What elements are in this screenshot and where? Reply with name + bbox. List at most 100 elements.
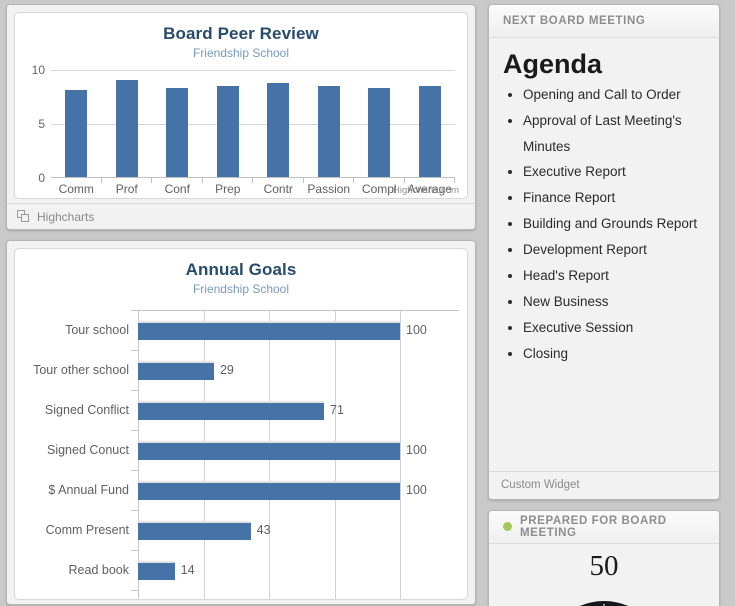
bar-track: 100: [138, 470, 459, 510]
chart-title: Board Peer Review: [163, 24, 319, 43]
y-axis-tick: [131, 590, 138, 591]
agenda-list: Opening and Call to OrderApproval of Las…: [501, 82, 707, 367]
widget-panel-board-peer-review: Board Peer Review Friendship School 0 5 10…: [6, 4, 476, 230]
chart-subtitle: Friendship School: [192, 282, 290, 296]
bar-row[interactable]: Comm Present 43: [23, 510, 459, 550]
agenda-list-item[interactable]: Executive Report: [523, 159, 707, 185]
agenda-list-item[interactable]: Executive Session: [523, 315, 707, 341]
bar-row[interactable]: Signed Conuct 100: [23, 430, 459, 470]
agenda-list-item[interactable]: Finance Report: [523, 185, 707, 211]
agenda-list-item[interactable]: New Business: [523, 289, 707, 315]
x-axis-tick-label: Contr: [263, 182, 293, 196]
agenda-list-item[interactable]: Building and Grounds Report: [523, 211, 707, 237]
bar-row[interactable]: Signed Conflict 71: [23, 390, 459, 430]
bar-row[interactable]: Tour other school 29: [23, 350, 459, 390]
bar-value-label: 100: [406, 323, 427, 337]
bar[interactable]: [138, 401, 325, 420]
x-axis-tick-label: Conf: [164, 182, 190, 196]
bar-value-label: 43: [256, 523, 271, 537]
x-axis-tick-label: Prep: [215, 182, 241, 196]
bar-column[interactable]: [304, 70, 355, 177]
agenda-spacer: [501, 367, 707, 459]
horizontal-bar-plot: Tour school 100 Tour other school 29 Signed …: [23, 310, 459, 599]
gauge-panel-header: PREPARED FOR BOARD MEETING: [489, 510, 719, 544]
bar[interactable]: [138, 521, 251, 540]
agenda-panel-body: Agenda Opening and Call to OrderApproval…: [489, 38, 719, 471]
bar-row[interactable]: Ed Conference29: [23, 590, 459, 599]
widget-panel-annual-goals: Annual Goals Friendship School Tour scho…: [6, 240, 476, 605]
x-axis-tick-label: Prof: [115, 182, 138, 196]
chart-annual-goals[interactable]: Annual Goals Friendship School Tour scho…: [14, 248, 468, 600]
y-axis-tick: [131, 470, 138, 471]
right-column: NEXT BOARD MEETING Agenda Opening and Ca…: [488, 4, 720, 606]
bar-track: 100: [138, 310, 459, 350]
chart-title: Annual Goals: [185, 260, 297, 279]
x-axis-tick-label: Comm: [58, 182, 94, 196]
bar-column[interactable]: [405, 70, 456, 177]
gauge-body[interactable]: 50: [489, 543, 719, 606]
bar[interactable]: [418, 86, 441, 177]
bar[interactable]: [138, 361, 214, 380]
bar-column[interactable]: [354, 70, 405, 177]
y-axis-labels: 0 5 10: [23, 63, 49, 185]
bar[interactable]: [138, 321, 400, 340]
bar-series: Tour school 100 Tour other school 29 Signed …: [23, 310, 459, 599]
bar-column[interactable]: [51, 70, 102, 177]
bar-track: 43: [138, 510, 459, 550]
bar[interactable]: [115, 79, 138, 177]
agenda-panel-header-label: NEXT BOARD MEETING: [503, 15, 646, 27]
agenda-list-item[interactable]: Closing: [523, 341, 707, 367]
chart-board-peer-review[interactable]: Board Peer Review Friendship School 0 5 10…: [14, 12, 468, 199]
bar-series: [51, 70, 455, 177]
panel-footer-label: Highcharts: [37, 209, 95, 224]
bar-value-label: 71: [330, 403, 344, 417]
bar-column[interactable]: [253, 70, 304, 177]
agenda-title: Agenda: [503, 49, 603, 79]
agenda-list-item[interactable]: Approval of Last Meeting's Minutes: [523, 108, 707, 160]
y-axis-tick: [131, 510, 138, 511]
bar[interactable]: [368, 88, 391, 177]
bar[interactable]: [317, 86, 340, 177]
bar-column[interactable]: [102, 70, 153, 177]
agenda-list-item[interactable]: Head's Report: [523, 263, 707, 289]
chart-subtitle: Friendship School: [192, 46, 290, 60]
agenda-list-item[interactable]: Development Report: [523, 237, 707, 263]
widget-panel-agenda: NEXT BOARD MEETING Agenda Opening and Ca…: [488, 4, 720, 500]
left-column: Board Peer Review Friendship School 0 5 10…: [6, 4, 476, 606]
bar[interactable]: [267, 83, 290, 177]
bar[interactable]: [65, 89, 88, 177]
bar-column[interactable]: [203, 70, 254, 177]
agenda-list-item[interactable]: Opening and Call to Order: [523, 82, 707, 108]
bar-track: 14: [138, 550, 459, 590]
gauge-panel-header-label: PREPARED FOR BOARD MEETING: [520, 514, 667, 539]
bar[interactable]: [138, 441, 400, 460]
agenda-panel-header: NEXT BOARD MEETING: [489, 5, 719, 38]
dashboard-root: Board Peer Review Friendship School 0 5 10…: [0, 0, 735, 606]
copy-icon: [17, 210, 30, 223]
vertical-bar-plot: 0 5 10 Comm Prof Conf Prep Contr Passion Compl Av…: [23, 63, 459, 198]
category-label: Tour school: [65, 323, 129, 337]
y-axis-tick: [131, 310, 138, 311]
bar[interactable]: [138, 561, 175, 580]
y-axis-tick: [131, 430, 138, 431]
bar-row[interactable]: Read book 14: [23, 550, 459, 590]
bar[interactable]: [166, 88, 189, 177]
category-label: Signed Conuct: [46, 443, 129, 457]
agenda-panel-footer[interactable]: Custom Widget: [489, 470, 719, 499]
bar-row[interactable]: $ Annual Fund 100: [23, 470, 459, 510]
highcharts-credit[interactable]: Highcharts.com: [393, 185, 459, 196]
bar[interactable]: [216, 86, 239, 177]
bar-column[interactable]: [152, 70, 203, 177]
widget-panel-gauge: PREPARED FOR BOARD MEETING 50: [488, 509, 720, 606]
x-axis-tick-label: Passion: [307, 182, 351, 196]
agenda-panel-footer-label: Custom Widget: [501, 479, 580, 492]
bar[interactable]: [138, 481, 400, 500]
gauge-value: 50: [589, 549, 619, 582]
status-dot-green-icon: [503, 522, 512, 532]
y-axis-tick-label: 10: [31, 63, 45, 77]
bar-track: 71: [138, 390, 459, 430]
panel-footer-highcharts[interactable]: Highcharts: [7, 203, 475, 229]
bar-row[interactable]: Tour school 100: [23, 310, 459, 350]
bar-value-label: 100: [406, 483, 427, 497]
bar-value-label: 14: [180, 563, 195, 577]
